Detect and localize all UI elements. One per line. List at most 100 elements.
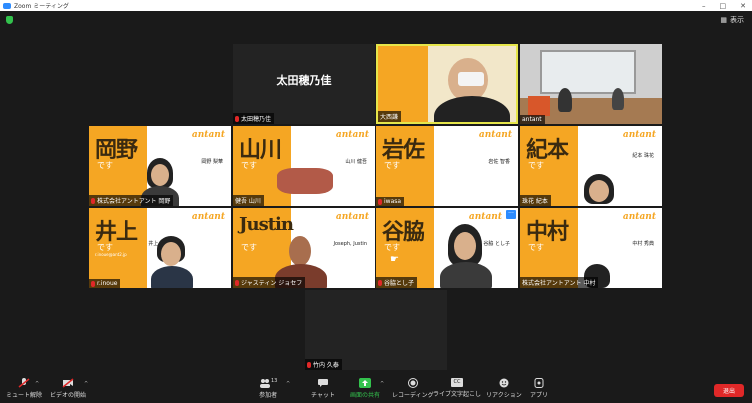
mic-muted-icon [378, 279, 382, 286]
minimize-button[interactable]: – [702, 2, 706, 10]
video-tile-nakamura[interactable]: 中村 です antant 中村 秀典 株式会社アントアント 中村 [520, 208, 662, 288]
share-screen-button[interactable]: 画面の共有 [350, 378, 380, 399]
video-tile-ota[interactable]: 太田穂乃佳 太田穂乃佳 [233, 44, 375, 124]
video-tile-kimoto[interactable]: 紀本 です antant 紀本 珠花 珠花 紀本 [520, 126, 662, 206]
name-tag: iwasa [376, 197, 405, 206]
participants-caret-icon[interactable]: ^ [286, 381, 290, 387]
video-tile-taniwaki[interactable]: 谷脇 です antant ··· 谷脇 とし子 ☛ 谷脇とし子 [376, 208, 518, 288]
virtual-bg-desu: です [384, 161, 400, 170]
name-tag-text: 太田穂乃佳 [241, 116, 272, 123]
name-tag: 株式会社アントアント 中村 [520, 277, 599, 288]
card-name: Joseph, Justin [333, 241, 367, 247]
start-video-button[interactable]: ビデオの開始 [50, 378, 86, 399]
record-icon [407, 378, 418, 388]
video-tile-okano[interactable]: 岡野 です antant 岡野 梨華 株式会社アントアント 岡野 [89, 126, 231, 206]
participants-icon-wrap: 13 [259, 378, 277, 390]
view-button[interactable]: ▦ 表示 [720, 15, 744, 25]
chat-label: チャット [311, 392, 335, 399]
name-tag: 珠花 紀本 [520, 195, 551, 206]
mic-muted-icon [91, 197, 95, 204]
name-tag-text: 竹内 久泰 [313, 362, 339, 369]
name-tag: 谷脇とし子 [376, 277, 418, 288]
video-tile-iwasa[interactable]: 岩佐 です antant 岩佐 智香 iwasa [376, 126, 518, 206]
leave-meeting-button[interactable]: 退出 [714, 384, 744, 397]
participant-face [161, 242, 181, 266]
room-chair [528, 96, 550, 116]
chat-icon [317, 379, 328, 387]
name-tag-text: 大西謙 [380, 114, 399, 121]
name-tag-text: antant [522, 116, 542, 123]
business-card: 紀本 珠花 [632, 154, 654, 159]
live-transcript-label: ライブ文字起こし [433, 391, 482, 398]
mic-muted-icon [91, 280, 95, 287]
card-name: 中村 秀典 [632, 241, 654, 247]
virtual-bg-email: r.inoue@ant2.jp [95, 252, 127, 257]
card-name: 山川 健吾 [345, 159, 367, 165]
share-caret-icon[interactable]: ^ [380, 381, 384, 387]
business-card: 谷脇 とし子 [483, 242, 510, 247]
antant-logo: antant [468, 212, 502, 222]
reactions-button[interactable]: リアクション [486, 378, 522, 399]
room-window [540, 50, 636, 94]
name-tag-text: 健吾 山川 [235, 198, 261, 205]
mic-off-icon [18, 378, 30, 388]
video-options-caret-icon[interactable]: ^ [84, 381, 88, 387]
participant-count: 13 [271, 378, 278, 384]
name-tag: 太田穂乃佳 [233, 113, 275, 124]
participants-button[interactable]: 13 参加者 [259, 378, 277, 399]
name-tag: ジャスティン ジョセフ [233, 277, 306, 288]
meeting-toolbar: ミュート解除 ^ ビデオの開始 ^ 13 参加者 ^ チャット 画面の共有 ^ … [0, 375, 752, 403]
view-button-label: 表示 [730, 16, 744, 24]
audio-options-caret-icon[interactable]: ^ [35, 381, 39, 387]
business-card: 中村 秀典 [632, 242, 654, 247]
name-tag: 大西謙 [378, 111, 402, 122]
unmute-label: ミュート解除 [6, 392, 43, 399]
hand-cursor-icon: ☛ [390, 254, 399, 265]
record-button[interactable]: レコーディング [392, 378, 434, 399]
window-title: Zoom ミーティング [14, 3, 69, 10]
maximize-button[interactable]: □ [720, 2, 727, 10]
video-tile-antant[interactable]: antant [520, 44, 662, 124]
video-tile-yamakawa[interactable]: 山川 です antant 山川 健吾 健吾 山川 [233, 126, 375, 206]
card-name: 谷脇 とし子 [483, 241, 510, 247]
video-tile-inoue[interactable]: 井上 です r.inoue@ant2.jp antant 井上 遼 r.inou… [89, 208, 231, 288]
participant-body [558, 88, 572, 112]
name-tag: antant [520, 115, 545, 124]
business-card: 山川 健吾 [345, 160, 367, 165]
share-screen-label: 画面の共有 [350, 392, 381, 399]
card-name: 岩佐 智香 [488, 159, 510, 165]
video-gallery: ▦ 表示 太田穂乃佳 太田穂乃佳 大西謙 antant 岡野 です antant… [0, 11, 752, 375]
participants-label: 参加者 [259, 392, 278, 399]
name-tag-text: 珠花 紀本 [522, 198, 548, 205]
name-tag: r.inoue [89, 279, 121, 288]
video-off-icon [62, 378, 74, 388]
security-shield-icon[interactable] [6, 16, 13, 24]
name-tag-text: iwasa [384, 198, 402, 205]
virtual-bg-name: Justin [239, 214, 294, 235]
name-tag-text: ジャスティン ジョセフ [241, 280, 303, 287]
participant-body [434, 96, 510, 122]
business-card: 岡野 梨華 [201, 160, 223, 165]
window-controls: – □ ✕ [702, 0, 746, 11]
mic-muted-icon [378, 198, 382, 205]
live-transcript-button[interactable]: CC ライブ文字起こし [433, 378, 481, 398]
antant-logo: antant [478, 130, 512, 140]
name-tag-text: 株式会社アントアント 岡野 [97, 198, 171, 205]
virtual-bg-desu: です [241, 161, 257, 170]
chat-button[interactable]: チャット [311, 378, 335, 399]
participant-name-center: 太田穂乃佳 [276, 74, 332, 87]
antant-logo: antant [622, 130, 656, 140]
record-label: レコーディング [392, 392, 434, 399]
more-options-button[interactable]: ··· [506, 210, 516, 219]
antant-logo: antant [191, 130, 225, 140]
video-tile-justin[interactable]: Justin です antant Joseph, Justin ジャスティン ジ… [233, 208, 375, 288]
apps-button[interactable]: アプリ [530, 378, 548, 399]
video-tile-onishi[interactable]: 大西謙 [376, 44, 518, 124]
participant-body [151, 266, 193, 288]
name-tag: 竹内 久泰 [305, 359, 342, 370]
close-button[interactable]: ✕ [740, 2, 746, 10]
title-bar: Zoom ミーティング – □ ✕ [0, 0, 752, 11]
start-video-label: ビデオの開始 [50, 392, 87, 399]
video-tile-takeuchi[interactable]: 竹内 久泰 [305, 290, 447, 370]
name-tag-text: 株式会社アントアント 中村 [522, 280, 596, 287]
